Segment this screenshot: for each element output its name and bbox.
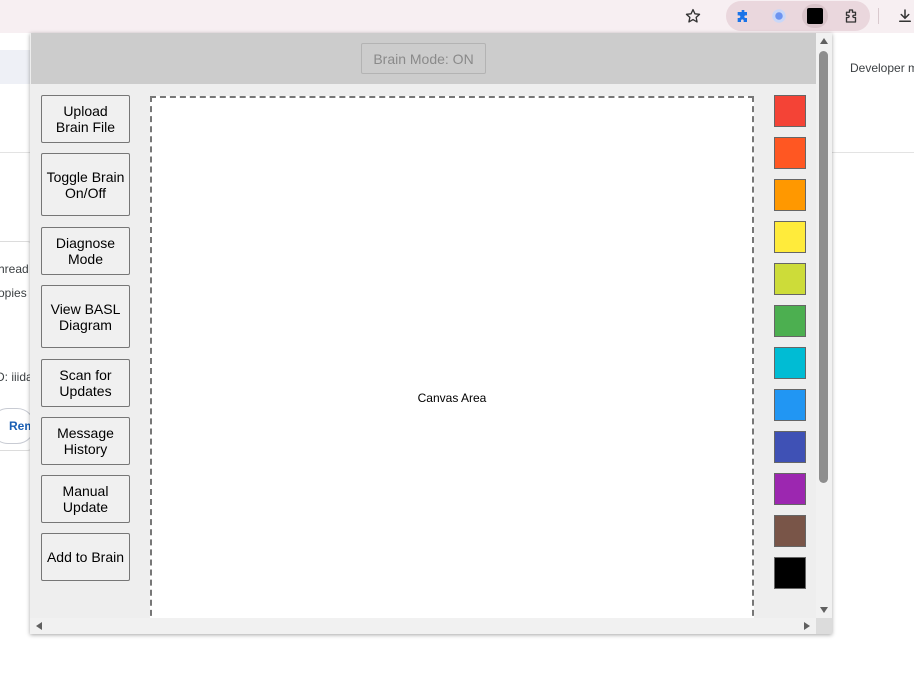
browser-toolbar <box>0 0 914 33</box>
background-nav-highlight <box>0 50 30 84</box>
vertical-scrollbar[interactable] <box>816 33 832 618</box>
color-swatch[interactable] <box>774 473 806 505</box>
black-square-extension-icon[interactable] <box>802 4 828 28</box>
scrollbar-thumb[interactable] <box>819 51 828 483</box>
brain-mode-button[interactable]: Brain Mode: ON <box>361 43 486 74</box>
color-swatch[interactable] <box>774 137 806 169</box>
download-icon[interactable] <box>892 4 914 28</box>
background-card-text: hread <box>0 262 29 276</box>
color-swatch[interactable] <box>774 305 806 337</box>
message-history-button[interactable]: Message History <box>41 417 130 465</box>
drawing-canvas[interactable]: Canvas Area <box>150 96 754 634</box>
upload-brain-file-button[interactable]: Upload Brain File <box>41 95 130 143</box>
background-card-text: opies <box>0 286 27 300</box>
toggle-brain-button[interactable]: Toggle Brain On/Off <box>41 153 130 216</box>
color-swatch[interactable] <box>774 95 806 127</box>
color-swatch[interactable] <box>774 179 806 211</box>
color-swatch[interactable] <box>774 389 806 421</box>
diagnose-mode-button[interactable]: Diagnose Mode <box>41 227 130 275</box>
canvas-label: Canvas Area <box>417 391 487 405</box>
toolbar-separator <box>878 8 879 24</box>
scroll-left-icon[interactable] <box>36 622 42 630</box>
color-swatch[interactable] <box>774 431 806 463</box>
scroll-up-icon[interactable] <box>820 38 828 44</box>
color-swatch[interactable] <box>774 263 806 295</box>
background-card-id: D: iiida <box>0 370 33 384</box>
puzzle-extension-icon[interactable] <box>730 4 756 28</box>
view-basl-diagram-button[interactable]: View BASL Diagram <box>41 285 130 348</box>
scroll-down-icon[interactable] <box>820 607 828 613</box>
scroll-right-icon[interactable] <box>804 622 810 630</box>
add-to-brain-button[interactable]: Add to Brain <box>41 533 130 581</box>
extensions-icon[interactable] <box>838 4 864 28</box>
star-icon[interactable] <box>680 4 706 28</box>
developer-mode-label: Developer m <box>850 61 914 75</box>
black-square-icon <box>807 8 823 24</box>
color-swatch[interactable] <box>774 347 806 379</box>
manual-update-button[interactable]: Manual Update <box>41 475 130 523</box>
color-swatch[interactable] <box>774 557 806 589</box>
color-swatch[interactable] <box>774 515 806 547</box>
extension-popup: Brain Mode: ON Upload Brain File Toggle … <box>30 33 832 634</box>
color-swatch[interactable] <box>774 221 806 253</box>
horizontal-scrollbar[interactable] <box>30 618 816 634</box>
scan-for-updates-button[interactable]: Scan for Updates <box>41 359 130 407</box>
chrome-extension-icon[interactable] <box>766 4 792 28</box>
popup-header: Brain Mode: ON <box>31 33 817 84</box>
scrollbar-corner <box>816 618 832 634</box>
